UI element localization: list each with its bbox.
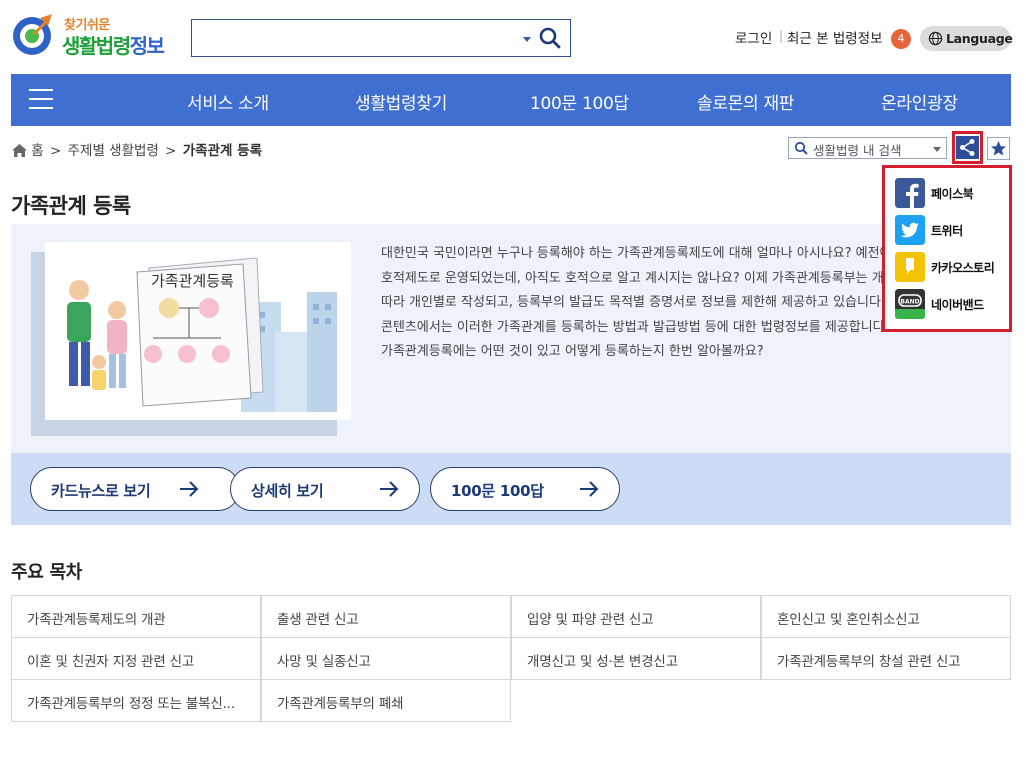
toc-item[interactable]: 가족관계등록제도의 개관 <box>11 595 261 638</box>
main-nav: 서비스 소개 생활법령찾기 100문 100답 솔로몬의 재판 온라인광장 <box>11 74 1011 126</box>
star-icon <box>991 141 1006 156</box>
arrow-right-icon <box>580 481 599 497</box>
site-logo[interactable]: 찾기쉬운 생활법령정보 <box>10 10 170 62</box>
login-link[interactable]: 로그인 <box>735 27 772 47</box>
intro-line: 가족관계등록에는 어떤 것이 있고 어떻게 등록하는지 한번 알아볼까요? <box>381 344 764 359</box>
card-news-label: 카드뉴스로 보기 <box>51 482 151 500</box>
nav-item-find-law[interactable]: 생활법령찾기 <box>355 89 447 114</box>
breadcrumb-separator: > <box>165 143 177 159</box>
content-buttons: 카드뉴스로 보기 상세히 보기 100문 100답 <box>11 453 1011 525</box>
breadcrumb-home[interactable]: 홈 <box>31 143 43 159</box>
toc-item[interactable]: 혼인신고 및 혼인취소신고 <box>761 595 1011 638</box>
detail-view-button[interactable]: 상세히 보기 <box>230 467 420 511</box>
share-kakaostory-label: 카카오스토리 <box>931 261 995 275</box>
facebook-icon <box>895 178 925 208</box>
util-separator: | <box>779 29 784 43</box>
search-input[interactable] <box>198 26 518 50</box>
toc-item[interactable]: 개명신고 및 성·본 변경신고 <box>511 637 761 680</box>
share-naver-band[interactable]: BAND 네이버밴드 <box>895 289 1007 319</box>
share-twitter[interactable]: 트위터 <box>895 215 1007 245</box>
toc-item[interactable]: 가족관계등록부의 폐쇄 <box>261 679 511 722</box>
header: 찾기쉬운 생활법령정보 로그인 | 최근 본 법령정보 4 Language <box>0 0 1026 74</box>
breadcrumb-current: 가족관계 등록 <box>182 143 262 159</box>
search-icon[interactable] <box>538 26 562 50</box>
globe-icon <box>928 31 943 46</box>
share-popup: 페이스북 트위터 카카오스토리 BAND 네이버밴드 <box>882 165 1012 332</box>
in-law-search-label: 생활법령 내 검색 <box>813 143 902 158</box>
bookmark-button[interactable] <box>987 137 1010 160</box>
chevron-down-icon <box>933 147 941 152</box>
share-kakaostory[interactable]: 카카오스토리 <box>895 252 1007 282</box>
band-icon: BAND <box>895 289 925 319</box>
share-facebook-label: 페이스북 <box>931 187 974 201</box>
nav-item-solomon-trial[interactable]: 솔로몬의 재판 <box>697 89 794 114</box>
logo-text-main: 생활법령정보 <box>62 34 165 58</box>
language-label: Language <box>946 31 1013 46</box>
recent-law-info-link[interactable]: 최근 본 법령정보 <box>787 27 883 47</box>
illustration-caption: 가족관계등록 <box>151 272 234 290</box>
page-title: 가족관계 등록 <box>11 194 131 218</box>
share-button[interactable] <box>952 131 983 164</box>
qa-100-button[interactable]: 100문 100답 <box>430 467 620 511</box>
arrow-right-icon <box>380 481 399 497</box>
language-button[interactable]: Language <box>920 26 1013 51</box>
nav-item-100qa[interactable]: 100문 100답 <box>530 89 629 114</box>
search-box <box>191 19 571 57</box>
breadcrumb-level1[interactable]: 주제별 생활법령 <box>68 143 159 159</box>
twitter-icon <box>895 215 925 245</box>
toc-item[interactable]: 입양 및 파양 관련 신고 <box>511 595 761 638</box>
svg-text:BAND: BAND <box>900 299 919 306</box>
in-law-search-select[interactable]: 생활법령 내 검색 <box>788 137 947 159</box>
qa-100-label: 100문 100답 <box>451 482 544 500</box>
toc-item[interactable]: 이혼 및 친권자 지정 관련 신고 <box>11 637 261 680</box>
search-dropdown-caret-icon[interactable] <box>523 37 531 42</box>
card-news-button[interactable]: 카드뉴스로 보기 <box>30 467 240 511</box>
intro-panel: 가족관계등록 대한민국 국민이라면 누구나 등록해야 하는 가족관계등록제도에 … <box>11 224 1011 453</box>
breadcrumb-separator: > <box>50 143 62 159</box>
share-naver-band-label: 네이버밴드 <box>931 298 984 312</box>
toc-item[interactable]: 출생 관련 신고 <box>261 595 511 638</box>
search-icon <box>794 141 808 155</box>
toc-item[interactable]: 사망 및 실종신고 <box>261 637 511 680</box>
breadcrumb: 홈 > 주제별 생활법령 > 가족관계 등록 <box>12 139 264 159</box>
home-icon[interactable] <box>12 144 27 157</box>
nav-item-service-intro[interactable]: 서비스 소개 <box>187 89 269 114</box>
family-illustration: 가족관계등록 <box>31 242 351 436</box>
toc-item[interactable]: 가족관계등록부의 창설 관련 신고 <box>761 637 1011 680</box>
arrow-right-icon <box>180 481 199 497</box>
toc-title: 주요 목차 <box>11 562 83 583</box>
share-facebook[interactable]: 페이스북 <box>895 178 1007 208</box>
nav-item-online-plaza[interactable]: 온라인광장 <box>881 89 958 114</box>
kakaostory-icon <box>895 252 925 282</box>
share-icon <box>960 139 975 156</box>
toc-item[interactable]: 가족관계등록부의 정정 또는 불복신... <box>11 679 261 722</box>
recent-count-badge: 4 <box>891 29 911 49</box>
logo-mark-icon <box>13 14 52 55</box>
detail-view-label: 상세히 보기 <box>251 482 324 500</box>
share-twitter-label: 트위터 <box>931 224 963 238</box>
hamburger-menu-icon[interactable] <box>29 88 55 110</box>
